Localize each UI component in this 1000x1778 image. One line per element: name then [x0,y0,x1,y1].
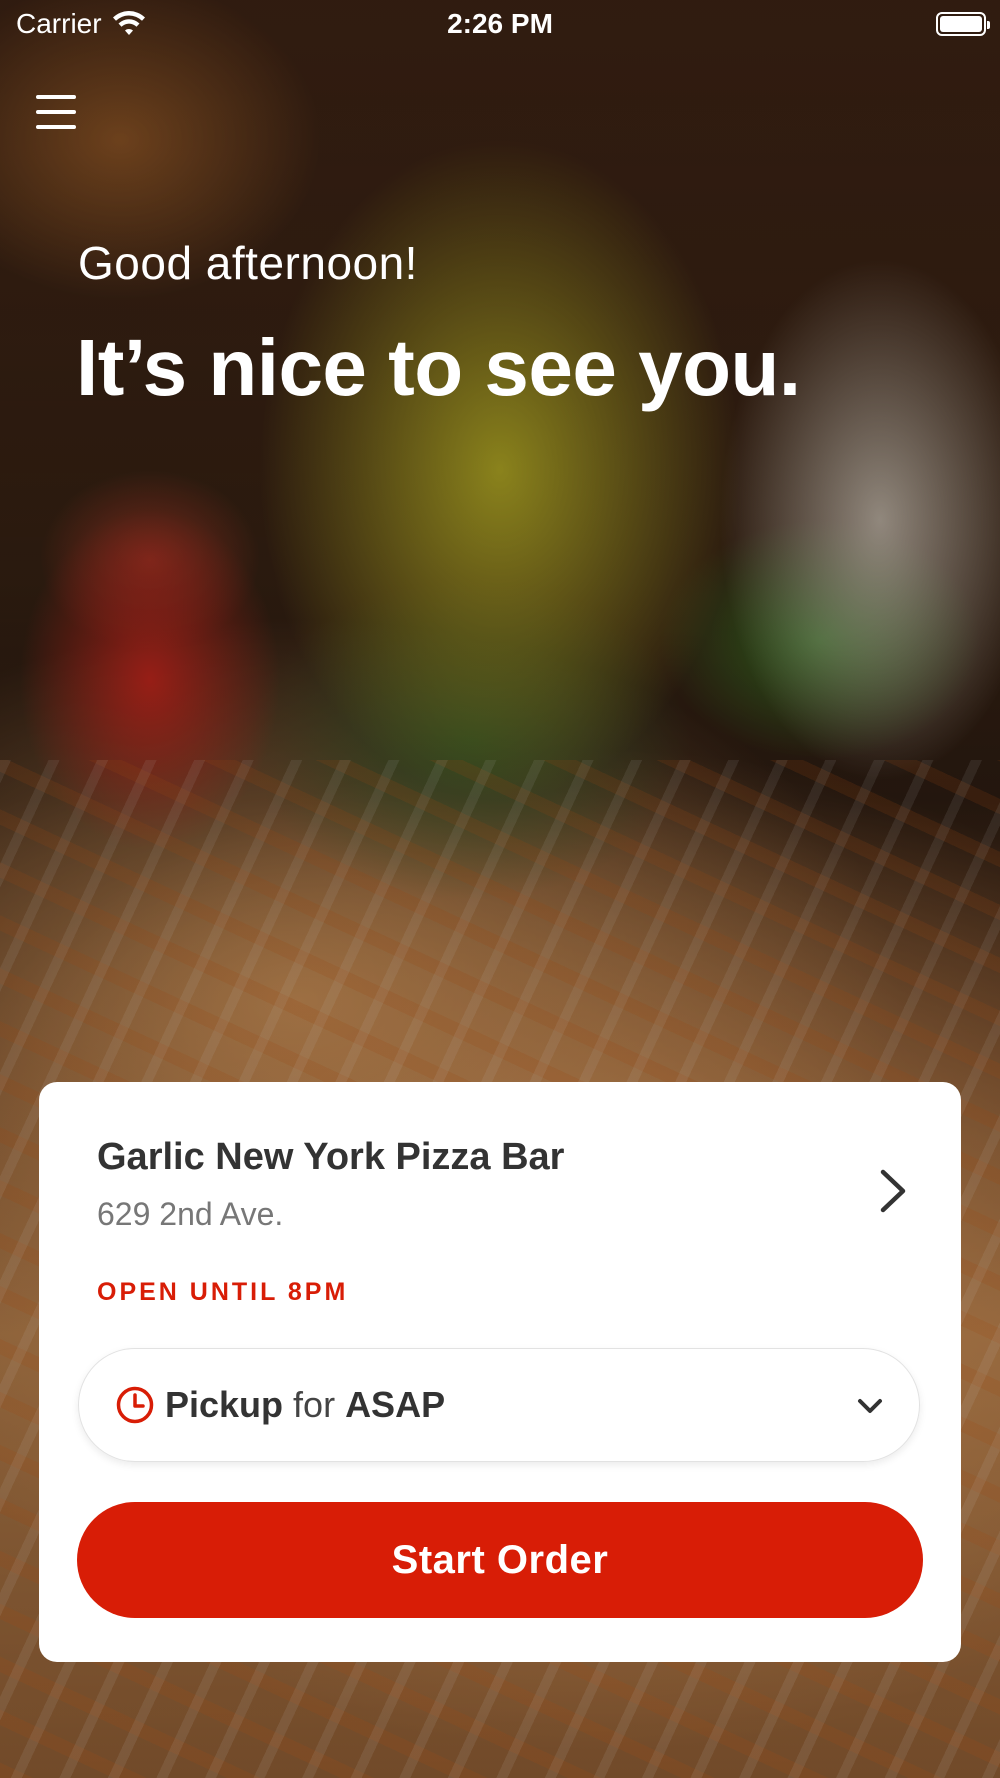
hamburger-menu-icon[interactable] [36,92,76,132]
status-time: 2:26 PM [447,8,553,39]
status-bar: Carrier 2:26 PM [0,0,1000,50]
chevron-right-icon[interactable] [873,1164,913,1218]
order-time: ASAP [345,1384,446,1425]
order-type-selector[interactable]: Pickup for ASAP [78,1348,920,1462]
chevron-down-icon[interactable] [855,1391,885,1421]
page-title: It’s nice to see you. [76,323,801,412]
store-name[interactable]: Garlic New York Pizza Bar [97,1136,564,1179]
greeting-text: Good afternoon! [78,237,418,289]
start-order-button[interactable]: Start Order [77,1502,923,1618]
order-mode: Pickup [165,1384,284,1425]
battery-icon [936,12,990,36]
order-type-label: Pickup for ASAP [165,1384,445,1426]
store-address: 629 2nd Ave. [97,1196,284,1232]
order-connector: for [293,1384,336,1425]
store-card: Garlic New York Pizza Bar 629 2nd Ave. O… [39,1082,961,1662]
clock-icon [116,1386,154,1424]
store-hours-badge: OPEN UNTIL 8PM [97,1278,349,1306]
